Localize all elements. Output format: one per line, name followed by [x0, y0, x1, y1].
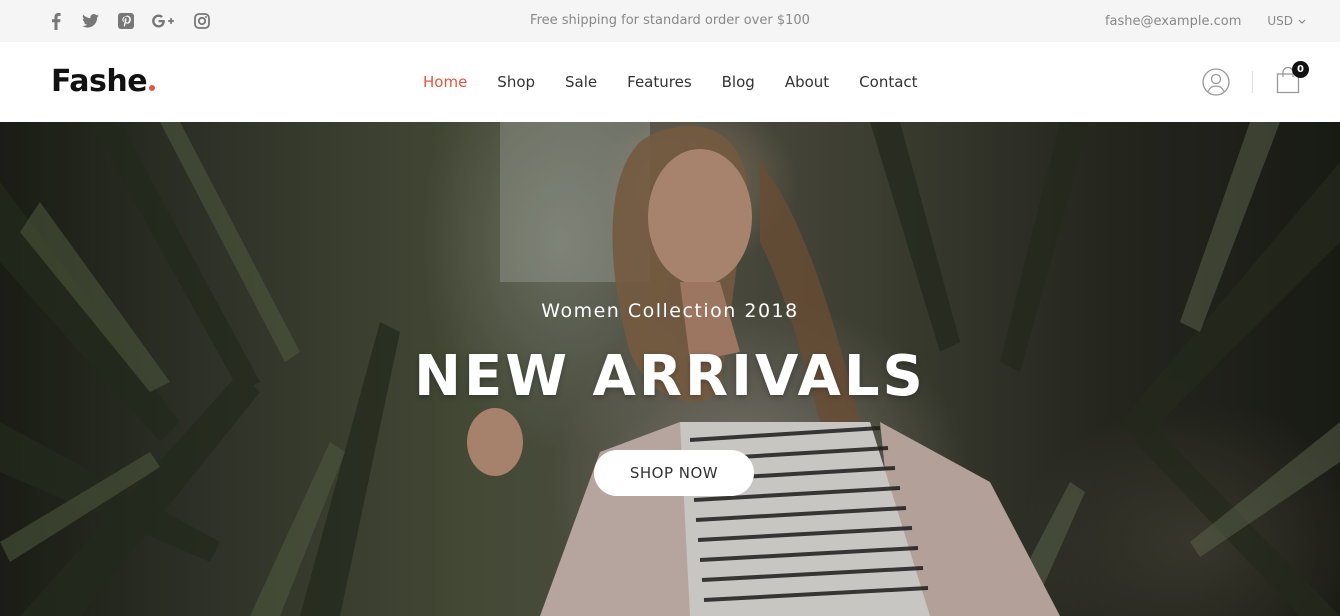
pinterest-icon[interactable] — [116, 0, 136, 42]
social-links — [48, 0, 212, 42]
logo-dot — [149, 85, 156, 91]
main-nav: Home Shop Sale Features Blog About Conta… — [423, 42, 918, 122]
google-plus-icon[interactable] — [150, 0, 176, 42]
top-bar: Free shipping for standard order over $1… — [0, 0, 1340, 42]
logo[interactable]: Fashe — [51, 64, 156, 99]
currency-value: USD — [1267, 14, 1293, 28]
shop-now-button[interactable]: SHOP NOW — [594, 450, 754, 496]
twitter-icon[interactable] — [80, 0, 100, 42]
cart-count-badge: 0 — [1292, 61, 1309, 78]
nav-features[interactable]: Features — [627, 73, 692, 91]
instagram-icon[interactable] — [192, 0, 212, 42]
nav-about[interactable]: About — [785, 73, 829, 91]
header-icons: 0 — [1202, 42, 1309, 122]
facebook-icon[interactable] — [48, 0, 64, 42]
main-header: Fashe Home Shop Sale Features Blog About… — [0, 42, 1340, 122]
hero-banner: Women Collection 2018 NEW ARRIVALS SHOP … — [0, 122, 1340, 616]
shipping-notice: Free shipping for standard order over $1… — [530, 13, 810, 28]
contact-email[interactable]: fashe@example.com — [1105, 14, 1241, 29]
currency-selector[interactable]: USD — [1267, 14, 1306, 28]
chevron-down-icon — [1298, 19, 1306, 24]
hero-subtitle: Women Collection 2018 — [541, 300, 799, 322]
topbar-right: fashe@example.com USD — [1105, 0, 1306, 42]
cart-button[interactable]: 0 — [1276, 61, 1309, 98]
logo-text: Fashe — [51, 64, 148, 99]
user-account-icon[interactable] — [1202, 68, 1230, 96]
nav-sale[interactable]: Sale — [565, 73, 597, 91]
nav-home[interactable]: Home — [423, 73, 467, 91]
nav-blog[interactable]: Blog — [722, 73, 755, 91]
nav-contact[interactable]: Contact — [859, 73, 917, 91]
hero-title: NEW ARRIVALS — [414, 344, 926, 409]
nav-shop[interactable]: Shop — [497, 73, 535, 91]
header-divider — [1252, 71, 1253, 93]
